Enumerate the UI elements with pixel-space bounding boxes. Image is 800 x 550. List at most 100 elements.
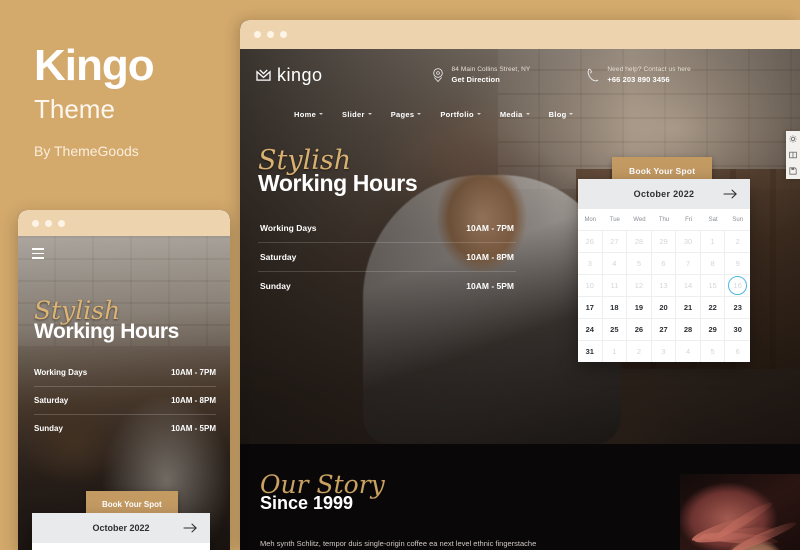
nav-item-blog[interactable]: Blog	[549, 110, 574, 119]
mobile-working-hours-row: Sunday 10AM - 5PM	[34, 415, 216, 442]
calendar-day-cell[interactable]: 9	[725, 252, 750, 274]
window-maximize-dot[interactable]	[280, 31, 287, 38]
calendar-day-cell[interactable]: 18	[602, 296, 628, 318]
calendar-day-cell[interactable]: 8	[700, 252, 726, 274]
mobile-working-hours-time: 10AM - 5PM	[171, 424, 216, 433]
header-help-label: Need help? Contact us here	[607, 65, 691, 73]
calendar-weekday: Sun	[725, 209, 750, 230]
brand-subtitle: Theme	[34, 94, 115, 124]
window-minimize-dot[interactable]	[45, 219, 52, 227]
window-close-dot[interactable]	[32, 219, 39, 227]
header-phone-info[interactable]: Need help? Contact us here +66 203 890 3…	[586, 65, 691, 86]
layout-columns-icon[interactable]	[789, 151, 797, 159]
calendar-day-cell[interactable]: 30	[725, 318, 750, 340]
calendar-day-cell[interactable]: 11	[602, 274, 628, 296]
mobile-working-hours-row: Saturday 10AM - 8PM	[34, 387, 216, 415]
working-hours-day: Sunday	[260, 281, 291, 291]
calendar-day-cell[interactable]: 3	[578, 252, 603, 274]
calendar-day-cell[interactable]: 28	[676, 318, 701, 340]
calendar-day-cell[interactable]: 12	[627, 274, 652, 296]
hamburger-menu-icon[interactable]	[32, 248, 44, 262]
arrow-right-icon[interactable]	[183, 523, 198, 534]
nav-item-home[interactable]: Home	[294, 110, 324, 119]
calendar-day-cell[interactable]: 7	[676, 252, 701, 274]
nav-label: Blog	[548, 109, 567, 119]
burger-line	[32, 257, 44, 259]
calendar-day-cell[interactable]: 17	[578, 296, 603, 318]
chevron-down-icon	[569, 113, 574, 115]
calendar-day-cell[interactable]: 25	[602, 318, 628, 340]
calendar-day-cell[interactable]: 5	[700, 340, 726, 362]
calendar-day-cell[interactable]: 16	[725, 274, 750, 296]
header-phone-number[interactable]: +66 203 890 3456	[607, 74, 691, 85]
calendar-day-cell[interactable]: 1	[602, 340, 628, 362]
settings-gear-icon[interactable]	[789, 135, 797, 143]
nav-label: Slider	[342, 109, 365, 119]
map-pin-icon	[432, 68, 443, 83]
mobile-working-hours-row: Working Days 10AM - 7PM	[34, 359, 216, 387]
nav-item-portfolio[interactable]: Portfolio	[440, 110, 481, 119]
calendar-day-cell[interactable]: 2	[627, 340, 652, 362]
nav-item-slider[interactable]: Slider	[342, 110, 372, 119]
working-hours-day: Working Days	[260, 223, 317, 233]
calendar-day-cell[interactable]: 19	[627, 296, 652, 318]
booking-calendar[interactable]: October 2022 Mon Tue Wed Thu Fri Sat Sun…	[578, 179, 750, 362]
calendar-month-label: October 2022	[633, 189, 695, 199]
calendar-weekday: Thu	[651, 209, 677, 230]
calendar-day-cell[interactable]: 20	[651, 296, 677, 318]
calendar-day-cell[interactable]: 30	[676, 230, 701, 252]
calendar-day-cell[interactable]: 24	[578, 318, 603, 340]
window-minimize-dot[interactable]	[267, 31, 274, 38]
calendar-day-cell[interactable]: 5	[627, 252, 652, 274]
calendar-day-cell[interactable]: 21	[676, 296, 701, 318]
arrow-right-icon[interactable]	[723, 189, 738, 200]
nav-item-pages[interactable]: Pages	[391, 110, 422, 119]
save-disk-icon[interactable]	[789, 167, 797, 175]
calendar-day-cell[interactable]: 29	[651, 230, 677, 252]
working-hours-time: 10AM - 8PM	[466, 252, 514, 262]
calendar-day-cell[interactable]: 13	[651, 274, 677, 296]
chevron-down-icon	[476, 113, 481, 115]
calendar-weekday: Tue	[602, 209, 628, 230]
calendar-day-cell[interactable]: 4	[676, 340, 701, 362]
calendar-day-cell[interactable]: 26	[578, 230, 603, 252]
chevron-down-icon	[367, 113, 372, 115]
calendar-day-cell[interactable]: 10	[578, 274, 603, 296]
calendar-day-cell[interactable]: 3	[651, 340, 677, 362]
calendar-day-cell[interactable]: 22	[700, 296, 726, 318]
window-close-dot[interactable]	[254, 31, 261, 38]
calendar-day-cell[interactable]: 6	[725, 340, 750, 362]
mobile-calendar-weekday: Mon	[32, 543, 57, 550]
calendar-day-cell[interactable]: 27	[602, 230, 628, 252]
calendar-day-cell[interactable]: 23	[725, 296, 750, 318]
calendar-day-cell[interactable]: 2	[725, 230, 750, 252]
calendar-day-cell[interactable]: 28	[627, 230, 652, 252]
mobile-working-hours-time: 10AM - 8PM	[171, 396, 216, 405]
mobile-booking-calendar[interactable]: October 2022 Mon Tue Wed Thu Fri Sat Sun	[32, 513, 210, 550]
calendar-day-cell[interactable]: 4	[602, 252, 628, 274]
calendar-day-cell[interactable]: 27	[651, 318, 677, 340]
working-hours-list: Working Days 10AM - 7PM Saturday 10AM - …	[258, 214, 516, 300]
branding-block: Kingo Theme By ThemeGoods	[34, 44, 244, 160]
working-hours-row: Working Days 10AM - 7PM	[258, 214, 516, 243]
calendar-weekday: Wed	[627, 209, 652, 230]
site-logo[interactable]: kingo	[256, 65, 323, 86]
mobile-working-hours-block: Stylish Working Hours Working Days 10AM …	[34, 298, 216, 442]
calendar-day-cell[interactable]: 1	[700, 230, 726, 252]
header-location-info[interactable]: 84 Main Collins Street, NY Get Direction	[431, 65, 531, 86]
editor-side-toolbar	[786, 131, 800, 179]
window-maximize-dot[interactable]	[58, 219, 65, 227]
nav-item-media[interactable]: Media	[500, 110, 530, 119]
mobile-viewport: Stylish Working Hours Working Days 10AM …	[18, 236, 230, 550]
calendar-day-cell[interactable]: 26	[627, 318, 652, 340]
calendar-day-cell[interactable]: 31	[578, 340, 603, 362]
calendar-day-cell[interactable]: 29	[700, 318, 726, 340]
calendar-day-cell[interactable]: 6	[651, 252, 677, 274]
calendar-day-cell[interactable]: 15	[700, 274, 726, 296]
working-hours-time: 10AM - 7PM	[466, 223, 514, 233]
mobile-calendar-header: October 2022	[32, 513, 210, 543]
calendar-day-cell[interactable]: 14	[676, 274, 701, 296]
header-get-direction-link[interactable]: Get Direction	[452, 74, 531, 85]
calendar-day-grid: 26 27 28 29 30 1 2 3 4 5 6 7 8 9 10 11 12 13 14 15 16 17 18 19 2…	[578, 230, 750, 362]
calendar-weekday: Sat	[700, 209, 726, 230]
